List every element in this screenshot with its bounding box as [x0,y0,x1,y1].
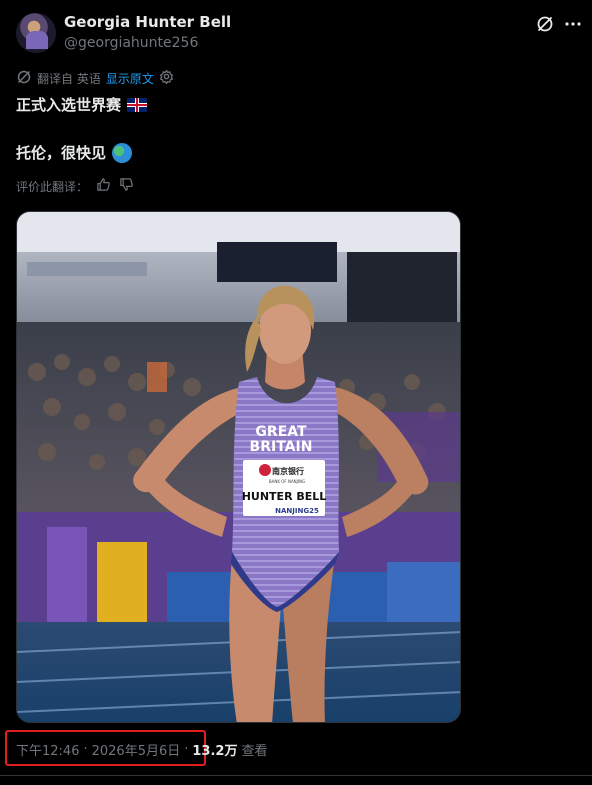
gear-icon[interactable] [159,69,174,87]
thumbs-up-icon[interactable] [96,177,111,195]
bib-bank-sub: BANK OF NANJING [269,479,305,484]
avatar[interactable] [16,13,56,53]
globe-icon [112,142,133,163]
rate-translation-label: 评价此翻译： [16,179,89,194]
translation-label: 翻译自 英语 [37,71,101,86]
tweet-text: 正式入选世界赛 [16,96,122,114]
tweet-time[interactable]: 下午12:46 [16,740,79,759]
uk-flag-icon [127,97,148,112]
bib-name: HUNTER BELL [242,490,327,503]
bib-sponsor: NANJING25 [275,507,319,515]
grok-icon[interactable] [535,14,555,34]
user-name[interactable]: Georgia Hunter Bell [64,13,231,31]
thumbs-down-icon[interactable] [119,177,134,195]
meta-separator: · [184,741,189,757]
user-handle[interactable]: @georgiahunte256 [64,35,198,51]
more-icon[interactable] [563,14,583,34]
view-count-label: 查看 [241,743,268,759]
rate-translation: 评价此翻译： [16,177,134,195]
bib-text-britain: BRITAIN [250,439,313,455]
tweet-photo[interactable]: GREAT BRITAIN 南京银行 BANK OF NANJING HUNTE… [16,211,461,723]
translate-icon [16,69,32,88]
bib-text-great: GREAT [255,424,307,440]
bib-bank-label: 南京银行 [272,466,304,476]
meta-separator: · [83,741,88,757]
show-original-link[interactable]: 显示原文 [106,70,154,87]
tweet-date[interactable]: 2026年5月6日 [92,740,181,759]
divider [0,775,592,776]
translation-notice: 翻译自 英语 显示原文 [16,69,174,87]
tweet-detail: Georgia Hunter Bell @georgiahunte256 翻译自… [0,0,592,785]
tweet-meta: 下午12:46 · 2026年5月6日 · 13.2万 查看 [16,740,268,759]
tweet-text-line-1: 正式入选世界赛 [16,94,148,115]
tweet-text: 托伦，很快见 [16,144,107,162]
view-count: 13.2万 [192,743,238,759]
tweet-text-line-2: 托伦，很快见 [16,142,133,163]
